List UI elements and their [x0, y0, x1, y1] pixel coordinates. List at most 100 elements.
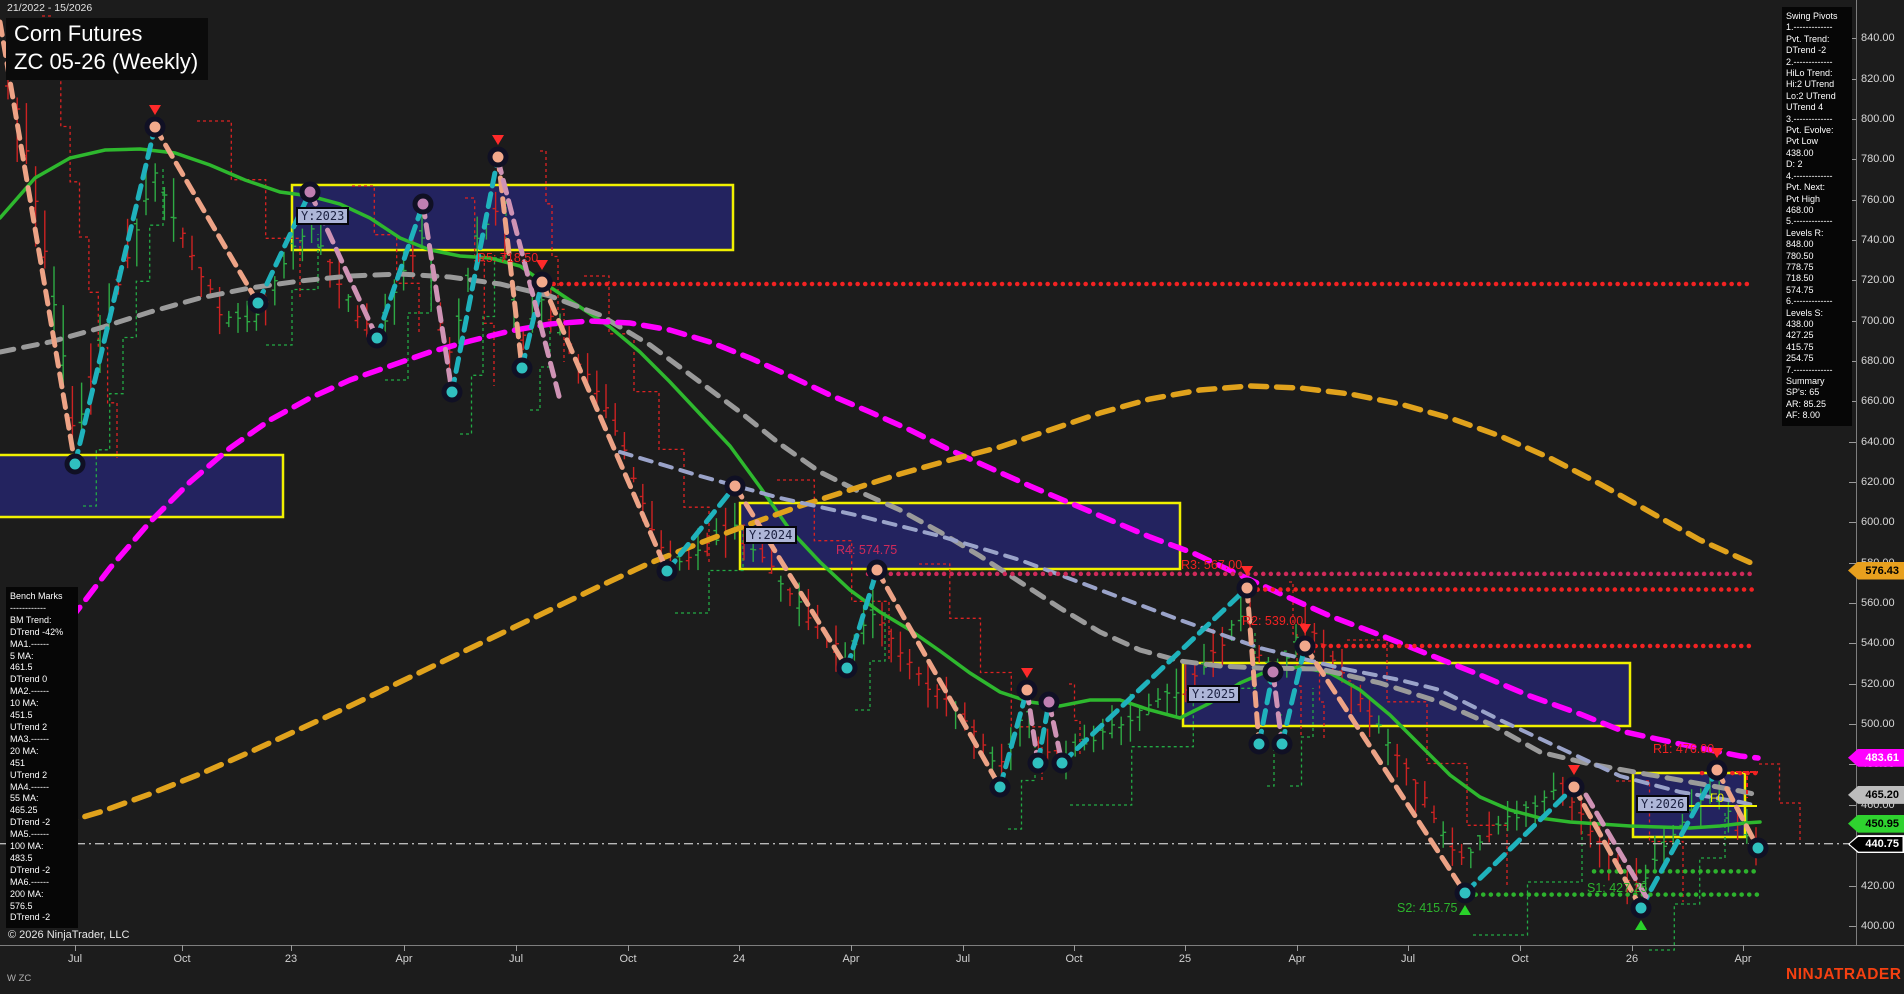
swing-pivots-line: 4.-------------	[1786, 170, 1833, 181]
pivot-low-marker	[1248, 733, 1270, 755]
swing-pivots-line: Levels S:	[1786, 307, 1824, 318]
swing-leg-up	[664, 483, 738, 574]
pivot-high-triangle	[149, 105, 161, 115]
pivot-low-marker	[989, 776, 1011, 798]
bench-marks-panel[interactable]: Bench Marks ------------ BM Trend: DTrend -…	[6, 587, 78, 929]
pivot-high-marker	[1294, 635, 1316, 657]
bench-marks-line: DTrend -2	[10, 817, 51, 828]
price-chart-canvas[interactable]	[0, 0, 1904, 994]
pivot-high-marker	[487, 146, 509, 168]
swing-leg-down	[152, 124, 261, 306]
year-box-label: Y:2025	[1187, 685, 1241, 703]
pivot-high-marker	[299, 181, 321, 203]
bench-marks-line: MA2.------	[10, 686, 49, 697]
pivot-low-marker	[511, 357, 533, 379]
pivot-high-marker	[724, 475, 746, 497]
swing-pivots-line: 2.-------------	[1786, 56, 1833, 67]
bench-marks-line: UTrend 2	[10, 769, 48, 780]
year-range-box[interactable]	[290, 183, 735, 252]
swing-pivots-line: UTrend 4	[1786, 102, 1824, 113]
chart-window: 21/2022 - 15/2026 Corn Futures ZC 05-26 …	[0, 0, 1904, 994]
price-tag-576.43: 576.43	[1848, 561, 1904, 580]
swing-pivots-line: AF: 8.00	[1786, 410, 1821, 421]
ma-200-gold-line	[57, 383, 1761, 827]
level-label-r5: R5: 718.50	[477, 251, 539, 265]
date-range-label: 21/2022 - 15/2026	[7, 2, 93, 14]
trailing-stop-steps-up	[530, 324, 551, 411]
pivot-high-marker	[531, 271, 553, 293]
swing-pivots-line: 438.00	[1786, 147, 1814, 158]
swing-pivots-line: Summary	[1786, 376, 1825, 386]
price-tag-465.20: 465.20	[1848, 785, 1904, 804]
bench-marks-line: DTrend -42%	[10, 626, 64, 637]
year-range-box[interactable]	[0, 453, 285, 519]
swing-pivots-line: SP's: 65	[1786, 387, 1820, 398]
pivot-low-marker	[1027, 752, 1049, 774]
level-label-r1: R1: 476.00	[1653, 742, 1715, 756]
bench-marks-line: 461.5	[10, 662, 33, 673]
swing-pivots-line: 3.-------------	[1786, 113, 1833, 124]
trailing-stop-steps-down	[1759, 763, 1801, 842]
year-box-label: Y:2026	[1636, 795, 1690, 813]
pivot-low-marker	[1271, 733, 1293, 755]
swing-pivots-line: 848.00	[1786, 239, 1814, 250]
bench-marks-line: 465.25	[10, 805, 38, 816]
swing-leg-up	[72, 124, 158, 467]
swing-pivots-line: HiLo Trend:	[1786, 68, 1833, 79]
swing-pivots-line: 5.-------------	[1786, 216, 1833, 227]
swing-pivots-line: DTrend -2	[1786, 45, 1827, 56]
swing-pivots-line: Pvt High	[1786, 193, 1821, 204]
bench-marks-line: 10 MA:	[10, 698, 39, 709]
pivot-high-marker	[866, 559, 888, 581]
pivot-low-marker	[1051, 752, 1073, 774]
trailing-stop-steps-up	[1473, 829, 1583, 936]
swing-pivots-line: 574.75	[1786, 284, 1814, 295]
swing-pivots-line: D: 2	[1786, 159, 1803, 170]
swing-pivots-line: 778.75	[1786, 261, 1814, 272]
swing-pivots-line: 1.-------------	[1786, 22, 1833, 33]
copyright-label: © 2026 NinjaTrader, LLC	[8, 929, 130, 941]
pivot-high-marker	[1236, 577, 1258, 599]
level-label-s1: S1: 427.25	[1587, 881, 1648, 895]
bench-marks-line: 451	[10, 757, 26, 768]
swing-pivots-line: 718.50	[1786, 273, 1814, 284]
bench-marks-line: 20 MA:	[10, 745, 39, 756]
instrument-title: Corn Futures	[14, 21, 143, 46]
bench-marks-line: UTrend 2	[10, 721, 48, 732]
bench-marks-line: 55 MA:	[10, 793, 39, 804]
swing-pivots-line: AR: 85.25	[1786, 398, 1827, 409]
swing-pivots-line: 254.75	[1786, 353, 1814, 364]
level-label-r2: R2: 539.00	[1242, 614, 1304, 628]
instrument-title-block: Corn Futures ZC 05-26 (Weekly)	[6, 18, 209, 80]
year-range-box[interactable]	[1181, 661, 1632, 728]
pivot-low-marker	[836, 657, 858, 679]
pivot-low-marker	[441, 381, 463, 403]
f0-annotation-label: F0	[1710, 791, 1725, 805]
swing-pivots-panel[interactable]: Swing Pivots 1.------------- Pvt. Trend: DT…	[1782, 7, 1852, 426]
level-label-r3: R3: 567.00	[1181, 558, 1243, 572]
swing-pivots-line: Pvt. Evolve:	[1786, 125, 1834, 136]
swing-pivots-line: Pvt. Trend:	[1786, 33, 1830, 44]
pivot-high-marker	[1706, 759, 1728, 781]
bench-marks-line: BM Trend:	[10, 614, 52, 625]
bench-marks-line: DTrend -2	[10, 864, 51, 875]
pivot-low-marker	[1630, 897, 1652, 919]
pivot-low-marker	[366, 327, 388, 349]
swing-pivots-line: 438.00	[1786, 318, 1814, 329]
swing-leg-down	[0, 19, 78, 467]
bench-marks-line: MA3.------	[10, 733, 49, 744]
ninjatrader-logo: NINJATRADER	[1786, 966, 1902, 983]
swing-pivots-line: 468.00	[1786, 204, 1814, 215]
trailing-stop-steps-up	[385, 246, 432, 381]
bench-marks-line: MA6.------	[10, 876, 49, 887]
swing-pivots-line: 780.50	[1786, 250, 1814, 261]
bench-marks-line: 483.5	[10, 852, 33, 863]
year-box-label: Y:2023	[296, 207, 350, 225]
level-label-s2: S2: 415.75	[1397, 901, 1458, 915]
bench-marks-line: MA4.------	[10, 781, 49, 792]
swing-pivots-line: Lo:2 UTrend	[1786, 90, 1836, 101]
pivot-high-marker	[144, 116, 166, 138]
year-range-box[interactable]	[738, 501, 1182, 571]
bench-marks-line: DTrend 0	[10, 674, 48, 685]
pivot-high-marker	[1563, 776, 1585, 798]
